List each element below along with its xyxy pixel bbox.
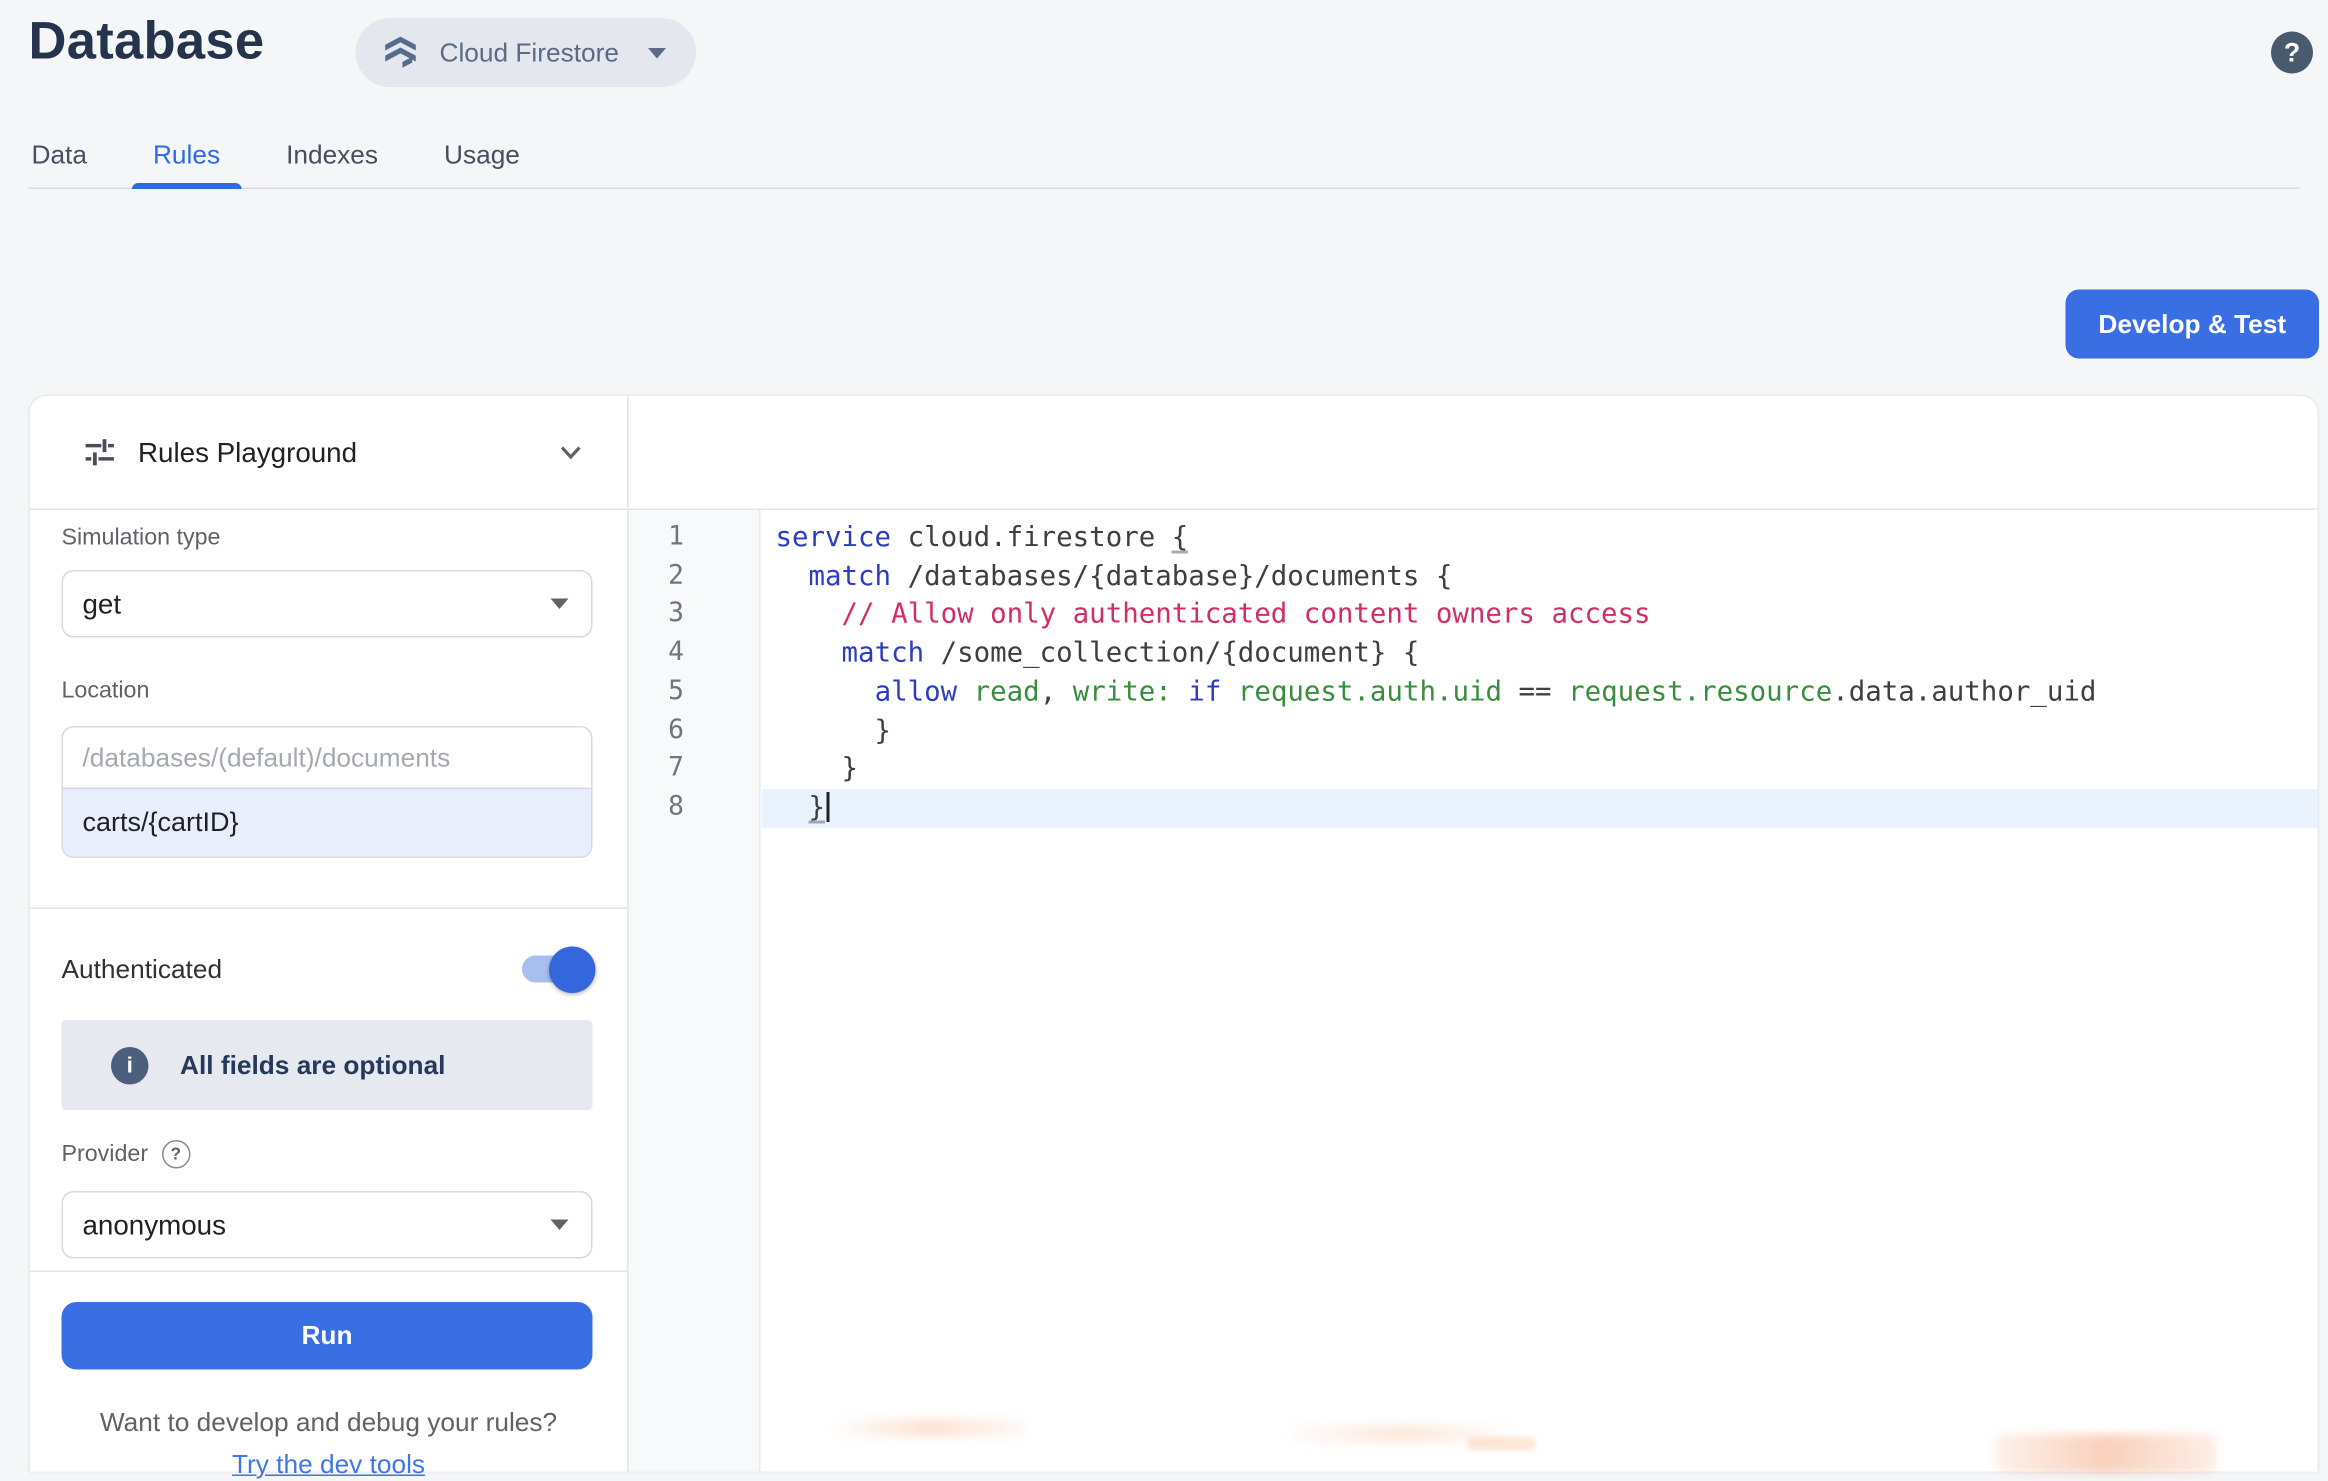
tab-usage[interactable]: Usage — [444, 123, 520, 188]
rules-card: Rules Playground Simulation type get Loc… — [29, 395, 2320, 1472]
product-selector-dropdown[interactable]: Cloud Firestore — [356, 18, 696, 87]
rules-playground-panel: Simulation type get Location /databases/… — [30, 510, 627, 1472]
devtools-question: Want to develop and debug your rules? — [30, 1407, 627, 1439]
card-body: Simulation type get Location /databases/… — [30, 510, 2318, 1472]
text-cursor — [827, 792, 829, 822]
info-icon: i — [111, 1046, 149, 1084]
code-token: == — [1502, 676, 1568, 708]
chevron-down-icon — [551, 599, 569, 610]
code-token — [776, 676, 875, 708]
authenticated-toggle[interactable] — [522, 956, 591, 983]
line-numbers-gutter: 12345678 — [629, 510, 761, 1472]
line-number: 4 — [629, 635, 760, 674]
code-token — [1172, 676, 1189, 708]
code-token — [1221, 676, 1238, 708]
rules-playground-header[interactable]: Rules Playground — [30, 396, 627, 509]
line-number: 6 — [629, 712, 760, 751]
code-token: } — [776, 715, 892, 747]
code-token: if — [1188, 676, 1221, 708]
provider-value: anonymous — [83, 1208, 226, 1241]
code-line[interactable]: allow read, write: if request.auth.uid =… — [762, 673, 2318, 712]
provider-label: Provider — [62, 1141, 149, 1168]
line-number: 2 — [629, 558, 760, 597]
code-line[interactable]: // Allow only authenticated content owne… — [762, 596, 2318, 635]
code-token — [776, 792, 809, 824]
code-token: { — [1172, 522, 1189, 554]
code-token: request.resource — [1568, 676, 1832, 708]
rules-playground-title: Rules Playground — [138, 436, 357, 469]
code-token: , — [1040, 676, 1073, 708]
location-field: /databases/(default)/documents carts/{ca… — [62, 726, 593, 858]
chevron-down-icon[interactable] — [557, 438, 586, 467]
develop-test-button[interactable]: Develop & Test — [2066, 290, 2320, 359]
page-title: Database — [29, 12, 265, 72]
line-number: 8 — [629, 789, 760, 828]
firestore-rules-page: Database Cloud Firestore ? Data Rules Inde… — [0, 0, 2328, 1472]
tab-bar: Data Rules Indexes Usage — [29, 123, 2300, 189]
authenticated-row: Authenticated — [62, 939, 592, 999]
line-number: 3 — [629, 596, 760, 635]
help-icon: ? — [2284, 37, 2301, 69]
code-token: // Allow only authenticated content owne… — [842, 599, 1651, 631]
code-token: } — [776, 753, 859, 785]
line-number: 1 — [629, 519, 760, 558]
location-suggestion-value: carts/{cartID} — [83, 807, 239, 839]
info-banner-text: All fields are optional — [180, 1049, 445, 1081]
code-token: match — [809, 561, 892, 593]
code-token: /databases/{database}/documents { — [891, 561, 1452, 593]
code-line[interactable]: match /some_collection/{document} { — [762, 635, 2318, 674]
tune-icon — [84, 437, 116, 469]
code-line[interactable]: match /databases/{database}/documents { — [762, 558, 2318, 597]
help-button[interactable]: ? — [2271, 32, 2313, 74]
code-line[interactable]: } — [762, 712, 2318, 751]
code-token: } — [809, 792, 826, 824]
panel-editor-divider — [627, 396, 629, 1472]
code-line[interactable]: service cloud.firestore { — [762, 519, 2318, 558]
simulation-type-select[interactable]: get — [62, 570, 593, 638]
code-token: allow — [875, 676, 958, 708]
provider-select[interactable]: anonymous — [62, 1191, 593, 1259]
provider-label-row: Provider ? — [62, 1140, 191, 1169]
info-banner: i All fields are optional — [62, 1020, 593, 1110]
devtools-link[interactable]: Try the dev tools — [232, 1449, 425, 1479]
location-placeholder: /databases/(default)/documents — [83, 742, 451, 774]
code-token — [957, 676, 974, 708]
code-token: match — [842, 638, 925, 670]
location-input[interactable]: /databases/(default)/documents — [63, 728, 591, 790]
location-label: Location — [62, 678, 150, 705]
code-token: .data.author_uid — [1832, 676, 2096, 708]
provider-help-icon[interactable]: ? — [162, 1140, 191, 1169]
chevron-down-icon — [551, 1220, 569, 1231]
toggle-knob — [549, 946, 596, 993]
run-button[interactable]: Run — [62, 1302, 593, 1370]
code-token — [776, 561, 809, 593]
code-token: /some_collection/{document} { — [924, 638, 1419, 670]
tab-data[interactable]: Data — [32, 123, 87, 188]
tab-indexes[interactable]: Indexes — [286, 123, 378, 188]
location-suggestion-item[interactable]: carts/{cartID} — [63, 789, 591, 857]
code-token: cloud.firestore — [891, 522, 1172, 554]
code-area[interactable]: service cloud.firestore { match /databas… — [762, 510, 2318, 1472]
code-token: write: — [1073, 676, 1172, 708]
firestore-icon — [381, 33, 420, 72]
code-line[interactable]: } — [762, 789, 2318, 828]
line-number: 7 — [629, 750, 760, 789]
section-divider — [30, 1271, 627, 1273]
code-token — [776, 638, 842, 670]
product-selector-label: Cloud Firestore — [440, 37, 619, 69]
code-token: service — [776, 522, 892, 554]
rules-code-editor[interactable]: 12345678 service cloud.firestore { match… — [629, 510, 2318, 1472]
authenticated-label: Authenticated — [62, 953, 223, 985]
code-token: read — [974, 676, 1040, 708]
card-header-strip: Rules Playground — [30, 396, 2318, 510]
simulation-type-value: get — [83, 587, 122, 620]
chevron-down-icon — [647, 47, 665, 58]
line-number: 5 — [629, 673, 760, 712]
code-line[interactable]: } — [762, 750, 2318, 789]
code-token: request.auth.uid — [1238, 676, 1502, 708]
code-token — [776, 599, 842, 631]
simulation-type-label: Simulation type — [62, 525, 221, 552]
section-divider — [30, 908, 627, 910]
tab-rules[interactable]: Rules — [153, 123, 220, 188]
